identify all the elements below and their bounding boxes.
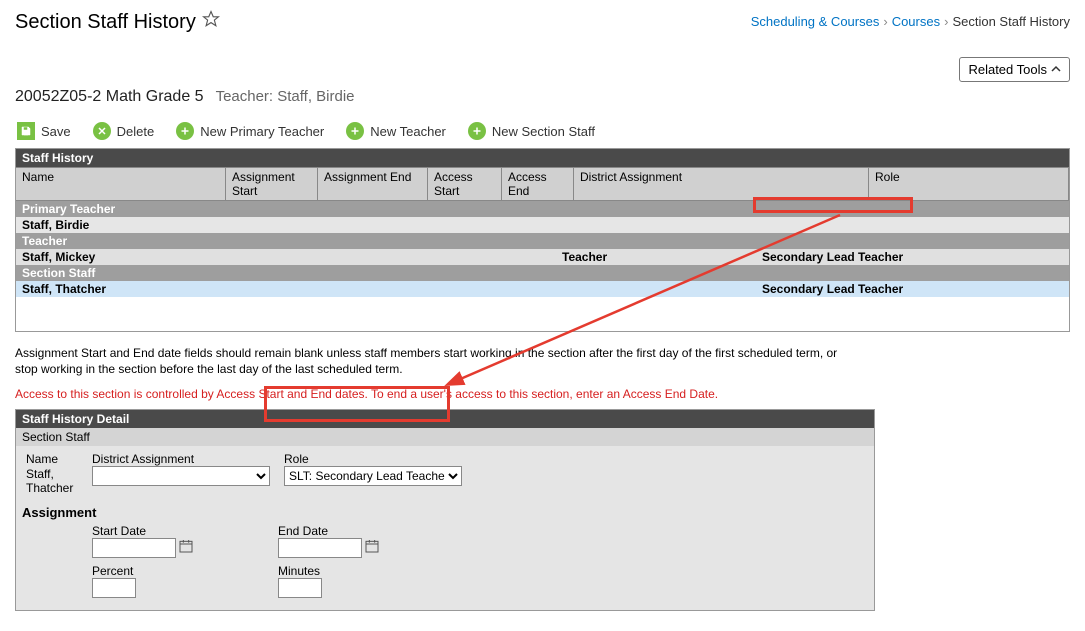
detail-panel-title: Staff History Detail <box>16 410 874 428</box>
cell-role: Secondary Lead Teacher <box>762 250 952 264</box>
label-name: Name <box>26 452 84 466</box>
staff-history-grid: Staff History Name Assignment Start Assi… <box>15 148 1070 332</box>
section-subtitle: 20052Z05-2 Math Grade 5 Teacher: Staff, … <box>15 88 1070 106</box>
grid-section-teacher: Teacher <box>16 233 1069 249</box>
delete-label: Delete <box>117 124 155 139</box>
save-button[interactable]: Save <box>15 120 73 142</box>
label-role: Role <box>284 452 466 466</box>
chevron-right-icon: › <box>944 14 948 29</box>
course-code-name: 20052Z05-2 Math Grade 5 <box>15 88 204 106</box>
help-text-assignment: Assignment Start and End date fields sho… <box>15 346 855 377</box>
table-row[interactable]: Staff, Thatcher Secondary Lead Teacher <box>16 281 1069 297</box>
minutes-input[interactable] <box>278 578 322 598</box>
role-select[interactable]: SLT: Secondary Lead Teacher <box>284 466 462 486</box>
favorite-star-icon[interactable] <box>202 10 220 34</box>
label-start-date: Start Date <box>92 524 270 538</box>
breadcrumb: Scheduling & Courses › Courses › Section… <box>751 14 1070 29</box>
col-header-name[interactable]: Name <box>16 168 226 200</box>
cell-name: Staff, Mickey <box>22 250 562 264</box>
table-row[interactable]: Staff, Mickey Teacher Secondary Lead Tea… <box>16 249 1069 265</box>
table-row[interactable]: Staff, Birdie <box>16 217 1069 233</box>
plus-icon <box>468 122 486 140</box>
district-assignment-select[interactable] <box>92 466 270 486</box>
related-tools-button[interactable]: Related Tools <box>959 57 1070 82</box>
col-header-access-end[interactable]: Access End <box>502 168 574 200</box>
related-tools-label: Related Tools <box>968 62 1047 77</box>
plus-icon <box>176 122 194 140</box>
col-header-assignment-start[interactable]: Assignment Start <box>226 168 318 200</box>
breadcrumb-current: Section Staff History <box>952 14 1070 29</box>
plus-icon <box>346 122 364 140</box>
save-icon <box>17 122 35 140</box>
delete-button[interactable]: Delete <box>91 120 157 142</box>
page-title: Section Staff History <box>15 11 196 34</box>
col-header-role[interactable]: Role <box>869 168 1069 200</box>
teacher-name: Teacher: Staff, Birdie <box>216 88 355 105</box>
grid-scroll-area[interactable]: Primary Teacher Staff, Birdie Teacher St… <box>16 201 1069 331</box>
col-header-access-start[interactable]: Access Start <box>428 168 502 200</box>
calendar-icon[interactable] <box>364 538 380 557</box>
cell-name: Staff, Thatcher <box>22 282 562 296</box>
value-name: Staff, Thatcher <box>26 466 84 495</box>
new-teacher-button[interactable]: New Teacher <box>344 120 448 142</box>
end-date-input[interactable] <box>278 538 362 558</box>
new-section-staff-button[interactable]: New Section Staff <box>466 120 597 142</box>
detail-panel-sub: Section Staff <box>16 428 874 446</box>
help-text-access: Access to this section is controlled by … <box>15 387 855 403</box>
assignment-section-header: Assignment <box>22 505 868 520</box>
cell-district: Teacher <box>562 250 762 264</box>
grid-header-row: Name Assignment Start Assignment End Acc… <box>16 167 1069 201</box>
delete-icon <box>93 122 111 140</box>
breadcrumb-link-courses[interactable]: Courses <box>892 14 940 29</box>
staff-history-detail-panel: Staff History Detail Section Staff Name … <box>15 409 875 611</box>
cell-role: Secondary Lead Teacher <box>762 282 952 296</box>
grid-title: Staff History <box>16 149 1069 167</box>
grid-section-section-staff: Section Staff <box>16 265 1069 281</box>
breadcrumb-link-scheduling[interactable]: Scheduling & Courses <box>751 14 880 29</box>
grid-section-primary: Primary Teacher <box>16 201 1069 217</box>
save-label: Save <box>41 124 71 139</box>
percent-input[interactable] <box>92 578 136 598</box>
cell-name: Staff, Birdie <box>22 218 562 232</box>
chevron-right-icon: › <box>883 14 887 29</box>
col-header-district[interactable]: District Assignment <box>574 168 869 200</box>
calendar-icon[interactable] <box>178 538 194 557</box>
col-header-assignment-end[interactable]: Assignment End <box>318 168 428 200</box>
new-teacher-label: New Teacher <box>370 124 446 139</box>
chevron-up-icon <box>1051 62 1061 77</box>
new-primary-label: New Primary Teacher <box>200 124 324 139</box>
label-end-date: End Date <box>278 524 456 538</box>
start-date-input[interactable] <box>92 538 176 558</box>
label-minutes: Minutes <box>278 564 456 578</box>
new-primary-teacher-button[interactable]: New Primary Teacher <box>174 120 326 142</box>
label-district: District Assignment <box>92 452 276 466</box>
label-percent: Percent <box>92 564 270 578</box>
new-section-staff-label: New Section Staff <box>492 124 595 139</box>
